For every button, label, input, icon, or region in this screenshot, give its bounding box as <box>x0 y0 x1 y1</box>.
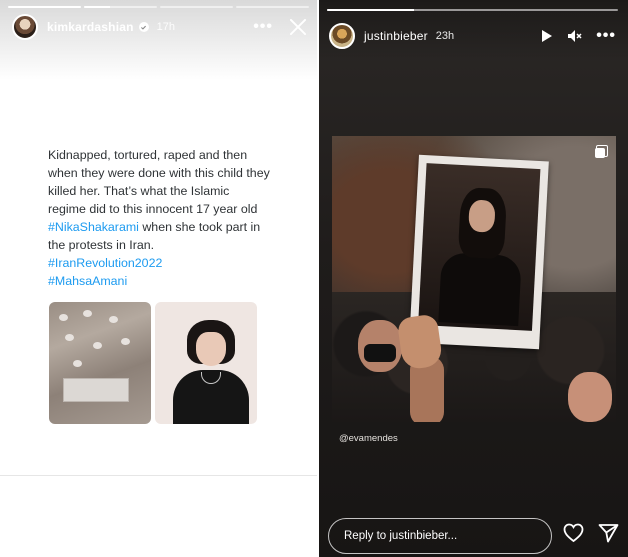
story-timestamp: 23h <box>435 30 455 42</box>
reply-actions <box>563 523 619 543</box>
grave-photo <box>49 302 151 424</box>
progress-segment <box>327 9 618 11</box>
progress-segment <box>236 6 309 8</box>
tweet-mention-hashtag[interactable]: #NikaShakarami <box>48 220 139 234</box>
tweet-hashtag[interactable]: #MahsaAmani <box>48 272 270 290</box>
more-icon[interactable]: ••• <box>253 18 273 36</box>
tweet-image-grid <box>49 302 257 424</box>
divider-line <box>0 475 317 476</box>
story-header: justinbieber 23h ••• <box>329 22 616 50</box>
more-icon[interactable]: ••• <box>596 27 616 45</box>
tweet-body: Kidnapped, tortured, raped and then when… <box>48 148 270 216</box>
instagram-stories-comparison: kimkardashian 17h ••• Kidnapped, torture… <box>0 0 628 557</box>
progress-segment <box>84 6 157 8</box>
mute-icon[interactable] <box>567 29 582 43</box>
reply-placeholder: Reply to justinbieber... <box>344 530 458 542</box>
progress-segment <box>160 6 233 8</box>
reply-input[interactable]: Reply to justinbieber... <box>328 518 552 554</box>
reshared-post-image[interactable] <box>332 136 616 422</box>
story-username[interactable]: justinbieber <box>364 29 428 43</box>
avatar[interactable] <box>12 14 38 40</box>
carousel-icon <box>595 145 608 158</box>
story-username[interactable]: kimkardashian <box>47 20 134 34</box>
send-icon[interactable] <box>598 523 619 543</box>
story-progress-bar <box>8 6 309 8</box>
left-story-panel: kimkardashian 17h ••• Kidnapped, torture… <box>0 0 317 557</box>
verified-icon <box>138 22 149 32</box>
tweet-screenshot: Kidnapped, tortured, raped and then when… <box>48 146 270 290</box>
close-icon[interactable] <box>287 16 309 38</box>
story-header: kimkardashian 17h ••• <box>12 13 309 41</box>
portrait-photo <box>155 302 257 424</box>
story-progress-bar <box>327 9 618 11</box>
right-story-panel: justinbieber 23h ••• @evamendes Reply to… <box>319 0 628 557</box>
photo-credit-mention[interactable]: @evamendes <box>339 433 398 444</box>
play-icon[interactable] <box>540 29 553 43</box>
tweet-hashtag[interactable]: #IranRevolution2022 <box>48 254 270 272</box>
story-timestamp: 17h <box>156 21 176 33</box>
progress-segment <box>8 6 81 8</box>
avatar[interactable] <box>329 23 355 49</box>
heart-icon[interactable] <box>563 523 584 543</box>
